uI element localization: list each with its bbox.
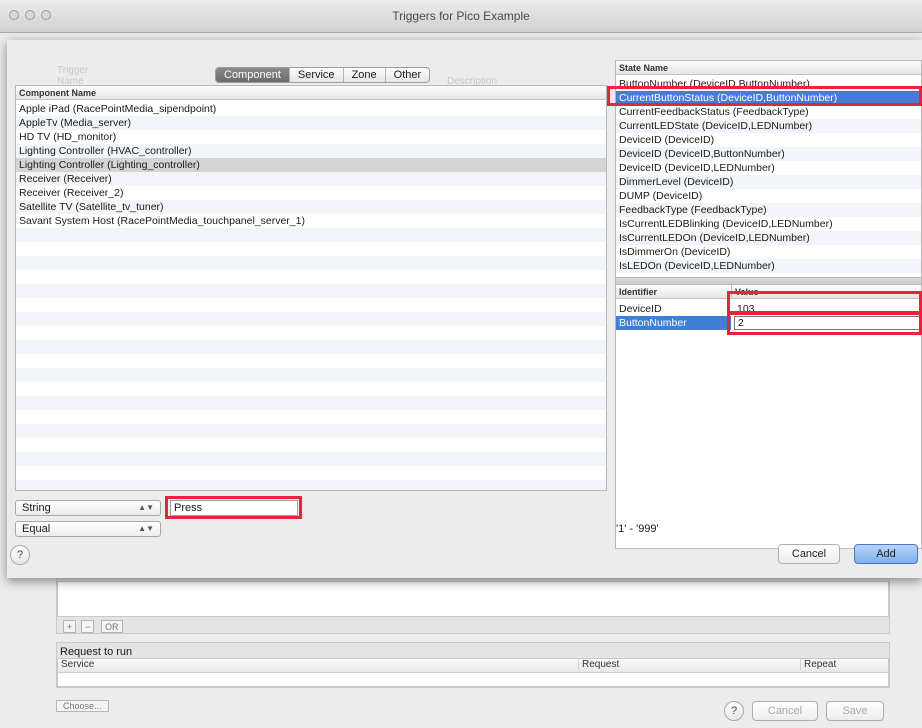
add-state-sheet: Trigger Name Description Component Servi… (7, 40, 922, 578)
component-row-selected[interactable]: Lighting Controller (Lighting_controller… (16, 158, 606, 172)
component-name-header[interactable]: Component Name (16, 86, 606, 100)
state-row-selected[interactable]: CurrentButtonStatus (DeviceID,ButtonNumb… (616, 91, 921, 105)
state-row[interactable]: IsCurrentLEDOn (DeviceID,LEDNumber) (616, 231, 921, 245)
component-row[interactable]: Savant System Host (RacePointMedia_touch… (16, 214, 606, 228)
request-table[interactable]: Service Request Repeat (57, 658, 889, 687)
value-range-label: '1' - '999' (616, 523, 659, 535)
request-to-run-group: Request to run Service Request Repeat (56, 642, 890, 688)
component-row[interactable]: Receiver (Receiver) (16, 172, 606, 186)
tab-other[interactable]: Other (384, 68, 430, 82)
help-button-bg[interactable]: ? (724, 701, 744, 721)
ghost-trigger-label: Trigger (57, 65, 89, 76)
component-row[interactable]: Satellite TV (Satellite_tv_tuner) (16, 200, 606, 214)
component-row[interactable]: Apple iPad (RacePointMedia_sipendpoint) (16, 102, 606, 116)
component-row[interactable]: HD TV (HD_monitor) (16, 130, 606, 144)
tab-zone[interactable]: Zone (342, 68, 385, 82)
add-condition-button[interactable]: + (63, 620, 77, 633)
or-condition-button[interactable]: OR (101, 620, 123, 633)
value-header[interactable]: Value (731, 285, 759, 299)
remove-condition-button[interactable]: − (81, 620, 95, 633)
column-request[interactable]: Request (578, 659, 619, 670)
data-type-value: String (22, 502, 51, 514)
state-row[interactable]: FeedbackType (FeedbackType) (616, 203, 921, 217)
parameter-row-selected[interactable]: ButtonNumber 2 (616, 316, 921, 330)
state-row[interactable]: IsCurrentLEDBlinking (DeviceID,LEDNumber… (616, 217, 921, 231)
state-row[interactable]: CurrentFeedbackStatus (FeedbackType) (616, 105, 921, 119)
component-row[interactable]: Lighting Controller (HVAC_controller) (16, 144, 606, 158)
updown-chevron-icon: ▲▼ (138, 503, 154, 512)
parameter-identifier: DeviceID (619, 303, 662, 315)
component-list[interactable]: Component Name Apple iPad (RacePointMedi… (15, 85, 607, 491)
state-row[interactable]: DimmerLevel (DeviceID) (616, 175, 921, 189)
window-titlebar: Triggers for Pico Example (0, 0, 922, 33)
updown-chevron-icon: ▲▼ (138, 524, 154, 533)
column-repeat[interactable]: Repeat (800, 659, 836, 670)
component-row[interactable]: AppleTv (Media_server) (16, 116, 606, 130)
state-row[interactable]: DeviceID (DeviceID) (616, 133, 921, 147)
parameter-value-editor[interactable]: 2 (734, 316, 920, 330)
window-title: Triggers for Pico Example (392, 9, 530, 23)
state-row[interactable]: CurrentLEDState (DeviceID,LEDNumber) (616, 119, 921, 133)
state-row[interactable]: DeviceID (DeviceID,LEDNumber) (616, 161, 921, 175)
parameter-identifier: ButtonNumber (616, 316, 731, 330)
state-row[interactable]: DUMP (DeviceID) (616, 189, 921, 203)
column-service[interactable]: Service (61, 659, 94, 670)
tab-component[interactable]: Component (216, 68, 289, 82)
request-section-title: Request to run (60, 646, 133, 658)
state-list[interactable]: State Name ButtonNumber (DeviceID,Button… (615, 60, 922, 278)
bg-cancel-button[interactable]: Cancel (752, 701, 818, 721)
state-row[interactable]: DeviceID (DeviceID,ButtonNumber) (616, 147, 921, 161)
comparison-select[interactable]: Equal ▲▼ (15, 521, 161, 537)
cancel-button[interactable]: Cancel (778, 544, 840, 564)
state-name-header[interactable]: State Name (616, 61, 921, 75)
state-row[interactable]: IsLEDOn (DeviceID,LEDNumber) (616, 259, 921, 273)
parameter-value[interactable]: 103 (737, 302, 755, 316)
comparison-value: Equal (22, 523, 51, 535)
parameter-row[interactable]: DeviceID 103 (616, 302, 921, 316)
source-segmented-control: Component Service Zone Other (215, 67, 431, 83)
bg-save-button[interactable]: Save (826, 701, 884, 721)
value-input[interactable]: Press (170, 500, 298, 516)
parameter-table[interactable]: Identifier Value DeviceID 103 ButtonNumb… (615, 284, 922, 549)
add-button[interactable]: Add (854, 544, 918, 564)
identifier-header[interactable]: Identifier (619, 287, 657, 297)
data-type-select[interactable]: String ▲▼ (15, 500, 161, 516)
help-button[interactable]: ? (10, 545, 30, 565)
request-table-header: Service Request Repeat (58, 659, 888, 673)
state-row[interactable]: IsDimmerOn (DeviceID) (616, 245, 921, 259)
conditions-table[interactable] (57, 581, 889, 617)
state-row[interactable]: ButtonNumber (DeviceID,ButtonNumber) (616, 77, 921, 91)
component-row[interactable]: Receiver (Receiver_2) (16, 186, 606, 200)
parameter-table-header: Identifier Value (616, 285, 921, 299)
tab-service[interactable]: Service (288, 68, 343, 82)
choose-button[interactable]: Choose... (56, 700, 109, 712)
